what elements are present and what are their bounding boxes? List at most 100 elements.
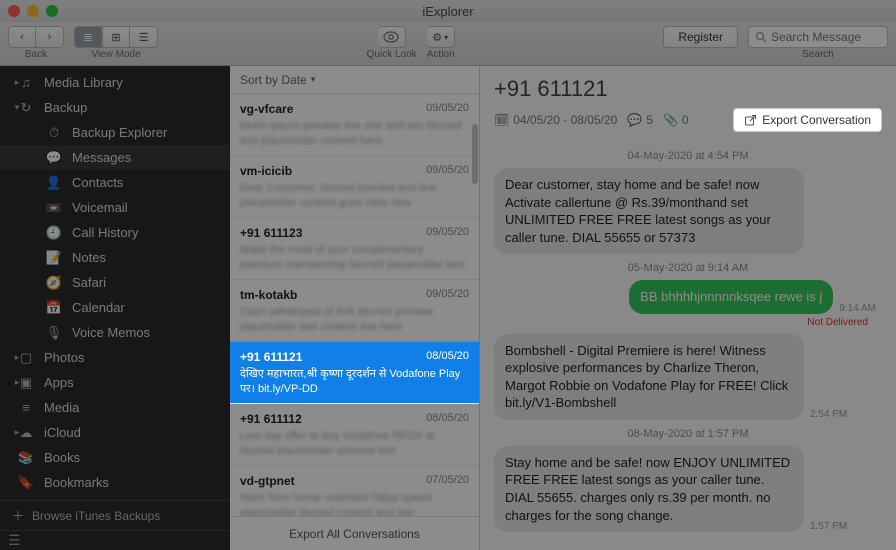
sidebar-item-apps[interactable]: ▸▣Apps (0, 370, 230, 395)
sidebar-menu-button[interactable]: ☰ (0, 530, 230, 550)
sidebar-item-label: Voice Memos (72, 325, 150, 340)
sidebar-item-label: Bookmarks (44, 475, 109, 490)
disclosure-triangle-icon[interactable]: ▸ (12, 352, 22, 363)
not-delivered-label: Not Delivered (494, 317, 868, 328)
conversation-name: +91 611123 (240, 226, 302, 240)
message-row: Stay home and be safe! now ENJOY UNLIMIT… (494, 446, 882, 532)
sidebar: ▸♫Media Library▾↻Backup⏱Backup Explorer💬… (0, 66, 230, 550)
sidebar-item-label: Safari (72, 275, 106, 290)
sidebar-item-label: Media (44, 400, 79, 415)
sidebar-item-label: Books (44, 450, 80, 465)
sort-dropdown[interactable]: Sort by Date ▾ (230, 66, 479, 94)
message-count: 💬 5 (627, 113, 653, 127)
paperclip-icon: 📎 (663, 113, 678, 127)
quick-look-label: Quick Look (367, 49, 417, 60)
action-label: Action (427, 49, 455, 60)
conversation-date: 09/05/20 (426, 102, 469, 116)
conversation-preview: Cash withdrawal of INR blurred preview p… (240, 305, 469, 333)
conversation-date: 08/05/20 (426, 412, 469, 426)
disclosure-triangle-icon[interactable]: ▾ (12, 102, 22, 113)
attachment-count: 📎 0 (663, 113, 689, 127)
browse-backups-button[interactable]: ＋ Browse iTunes Backups (0, 500, 230, 530)
message-bubble[interactable]: Stay home and be safe! now ENJOY UNLIMIT… (494, 446, 804, 532)
search-input[interactable] (771, 30, 881, 44)
sidebar-item-backup-explorer[interactable]: ⏱Backup Explorer (0, 120, 230, 145)
message-bubble[interactable]: Bombshell - Digital Premiere is here! Wi… (494, 334, 804, 420)
sidebar-item-label: Voicemail (72, 200, 128, 215)
sidebar-item-backup[interactable]: ▾↻Backup (0, 95, 230, 120)
conversation-item[interactable]: vd-gtpnet07/05/20Work from home unlimite… (230, 466, 479, 516)
sidebar-item-label: Notes (72, 250, 106, 265)
disclosure-triangle-icon[interactable]: ▸ (12, 377, 22, 388)
sidebar-item-label: Media Library (44, 75, 123, 90)
conversation-detail: +91 611121 🗓 04/05/20 - 08/05/20 💬 5 📎 0 (480, 66, 896, 550)
conversation-name: vm-icicib (240, 164, 292, 178)
register-button[interactable]: Register (663, 26, 738, 48)
detail-title: +91 611121 (494, 76, 882, 102)
action-button[interactable]: ⚙▾ (427, 26, 455, 48)
day-separator: 04-May-2020 at 4:54 PM (494, 150, 882, 162)
sidebar-item-media-library[interactable]: ▸♫Media Library (0, 70, 230, 95)
sidebar-item-books[interactable]: 📚Books (0, 445, 230, 470)
sidebar-item-voicemail[interactable]: 📼 Voicemail (0, 195, 230, 220)
sidebar-item-notes[interactable]: 📝 Notes (0, 245, 230, 270)
sidebar-item-photos[interactable]: ▸▢Photos (0, 345, 230, 370)
sidebar-item-bookmarks[interactable]: 🔖 Bookmarks (0, 470, 230, 495)
voicemail-icon: 📼 (46, 200, 62, 216)
view-list-button[interactable]: ≣ (74, 26, 102, 48)
conversation-date: 08/05/20 (426, 350, 469, 364)
bookmarks-icon: 🔖 (18, 475, 34, 491)
sidebar-item-label: Apps (44, 375, 74, 390)
export-label: Export Conversation (762, 113, 871, 127)
sidebar-item-icloud[interactable]: ▸☁iCloud (0, 420, 230, 445)
message-timestamp: 1:57 PM (810, 521, 847, 532)
sidebar-item-calendar[interactable]: 📅Calendar (0, 295, 230, 320)
conversation-preview: Last day offer to buy Vodafone REDX at b… (240, 429, 469, 457)
view-label: View Mode (91, 49, 140, 60)
sidebar-item-media[interactable]: ≡ Media (0, 395, 230, 420)
conversation-item[interactable]: vm-icicib09/05/20Dear Customer, blurred … (230, 156, 479, 218)
media2-icon: ≡ (18, 400, 34, 416)
sidebar-item-contacts[interactable]: 👤Contacts (0, 170, 230, 195)
message-row: BB bhhhhjnnnnnksqee rewe is j 9:14 AM (494, 280, 882, 314)
conversation-item[interactable]: +91 61112309/05/20Make the most of your … (230, 218, 479, 280)
chevron-down-icon: ▾ (444, 33, 448, 42)
export-all-button[interactable]: Export All Conversations (230, 516, 479, 550)
conversation-list: Sort by Date ▾ vg-vfcare09/05/20lorem ip… (230, 66, 480, 550)
search-field[interactable] (748, 26, 888, 48)
message-timestamp: 9:14 AM (839, 303, 876, 314)
conversation-item[interactable]: +91 61112108/05/20देखिए महाभारत,श्री कृष… (230, 342, 479, 404)
conversation-item[interactable]: +91 61111208/05/20Last day offer to buy … (230, 404, 479, 466)
search-icon (755, 31, 767, 43)
calendar-icon: 🗓 (494, 113, 509, 127)
sidebar-item-call-history[interactable]: 🕘Call History (0, 220, 230, 245)
messages-icon: 💬 (46, 150, 62, 166)
back-label: Back (25, 49, 47, 60)
view-grid-button[interactable]: ⊞ (102, 26, 130, 48)
disclosure-triangle-icon[interactable]: ▸ (12, 427, 22, 438)
sidebar-item-label: Messages (72, 150, 131, 165)
sidebar-item-label: Call History (72, 225, 138, 240)
notes-icon: 📝 (46, 250, 62, 266)
quick-look-button[interactable] (378, 26, 406, 48)
conversation-name: +91 611121 (240, 350, 302, 364)
forward-button[interactable]: › (36, 26, 64, 48)
browse-label: Browse iTunes Backups (32, 509, 160, 523)
conversation-name: vg-vfcare (240, 102, 293, 116)
conversation-item[interactable]: vg-vfcare09/05/20lorem ipsum preview lin… (230, 94, 479, 156)
sidebar-item-messages[interactable]: 💬 Messages (0, 145, 230, 170)
back-button[interactable]: ‹ (8, 26, 36, 48)
view-column-button[interactable]: ☰ (130, 26, 158, 48)
conversation-item[interactable]: tm-kotakb09/05/20Cash withdrawal of INR … (230, 280, 479, 342)
titlebar: iExplorer (0, 0, 896, 22)
message-timestamp: 2:54 PM (810, 409, 847, 420)
sidebar-item-voice-memos[interactable]: 🎙Voice Memos (0, 320, 230, 345)
disclosure-triangle-icon[interactable]: ▸ (12, 77, 22, 88)
sort-label: Sort by Date (240, 73, 307, 87)
export-conversation-button[interactable]: Export Conversation (733, 108, 882, 132)
sidebar-item-safari[interactable]: 🧭Safari (0, 270, 230, 295)
scrollbar-thumb[interactable] (472, 124, 478, 184)
message-bubble[interactable]: Dear customer, stay home and be safe! no… (494, 168, 804, 254)
app-title: iExplorer (0, 4, 896, 19)
message-bubble[interactable]: BB bhhhhjnnnnnksqee rewe is j (629, 280, 833, 314)
